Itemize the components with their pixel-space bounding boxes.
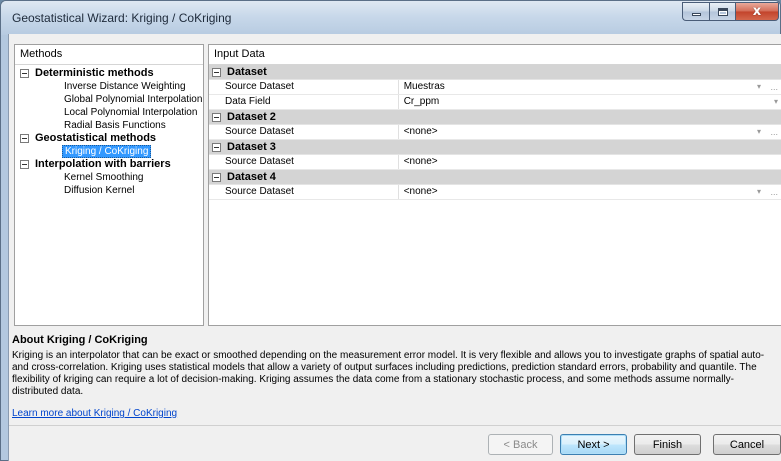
- window-title: Geostatistical Wizard: Kriging / CoKrigi…: [12, 11, 232, 25]
- source-dataset-select[interactable]: Muestras ▾ ...: [399, 80, 781, 94]
- collapse-icon[interactable]: [212, 112, 221, 122]
- tree-item-kriging[interactable]: Kriging / CoKriging: [15, 145, 203, 158]
- tree-item-label: Kernel Smoothing: [64, 172, 144, 183]
- tree-item-label: Radial Basis Functions: [64, 120, 166, 131]
- tree-item-diffusion-kernel[interactable]: Diffusion Kernel: [15, 184, 203, 197]
- source-dataset-3-select[interactable]: <none>: [399, 155, 781, 169]
- tree-group-barriers[interactable]: Interpolation with barriers: [15, 158, 203, 171]
- property-name: Source Dataset: [209, 125, 399, 139]
- collapse-icon[interactable]: [212, 67, 221, 77]
- close-icon: x: [752, 4, 762, 19]
- about-title: About Kriging / CoKriging: [12, 334, 148, 346]
- section-label: Dataset 2: [227, 110, 276, 123]
- section-dataset-3[interactable]: Dataset 3: [209, 140, 781, 155]
- section-label: Dataset: [227, 65, 267, 78]
- back-button[interactable]: < Back: [488, 434, 553, 455]
- caption-buttons: x: [682, 2, 779, 22]
- property-value: Cr_ppm: [403, 96, 440, 107]
- tree-item-label: Local Polynomial Interpolation: [64, 107, 198, 118]
- property-value: <none>: [403, 126, 438, 137]
- tree-group-label: Interpolation with barriers: [35, 158, 171, 170]
- methods-header: Methods: [15, 45, 203, 65]
- title-bar[interactable]: Geostatistical Wizard: Kriging / CoKrigi…: [1, 1, 780, 35]
- tree-item-label: Inverse Distance Weighting: [64, 81, 186, 92]
- browse-ellipsis-button[interactable]: ...: [770, 125, 778, 139]
- property-row: Source Dataset <none> ▾ ...: [209, 125, 781, 140]
- tree-group-label: Geostatistical methods: [35, 132, 157, 144]
- tree-item-kernel-smoothing[interactable]: Kernel Smoothing: [15, 171, 203, 184]
- property-row: Data Field Cr_ppm ▾: [209, 95, 781, 110]
- property-row: Source Dataset Muestras ▾ ...: [209, 80, 781, 95]
- dropdown-arrow-icon[interactable]: ▾: [757, 80, 761, 94]
- cancel-button[interactable]: Cancel: [713, 434, 781, 455]
- property-value: <none>: [403, 156, 438, 167]
- source-dataset-2-select[interactable]: <none> ▾ ...: [399, 125, 781, 139]
- tree-item-label: Global Polynomial Interpolation: [64, 94, 203, 105]
- property-name: Data Field: [209, 95, 399, 109]
- section-dataset-4[interactable]: Dataset 4: [209, 170, 781, 185]
- property-row: Source Dataset <none>: [209, 155, 781, 170]
- property-name: Source Dataset: [209, 185, 399, 199]
- methods-panel: Methods Deterministic methods Inverse Di…: [14, 44, 204, 326]
- about-description: Kriging is an interpolator that can be e…: [12, 350, 765, 397]
- maximize-icon: [717, 7, 728, 16]
- source-dataset-4-select[interactable]: <none> ▾ ...: [399, 185, 781, 199]
- maximize-button[interactable]: [709, 2, 735, 21]
- finish-button[interactable]: Finish: [634, 434, 701, 455]
- collapse-icon[interactable]: [212, 142, 221, 152]
- section-dataset-2[interactable]: Dataset 2: [209, 110, 781, 125]
- input-data-header: Input Data: [209, 45, 781, 65]
- tree-group-deterministic[interactable]: Deterministic methods: [15, 67, 203, 80]
- property-value: Muestras: [403, 81, 445, 92]
- section-label: Dataset 4: [227, 170, 276, 183]
- collapse-icon[interactable]: [20, 134, 29, 143]
- tree-item-label: Diffusion Kernel: [64, 185, 135, 196]
- section-label: Dataset 3: [227, 140, 276, 153]
- tree-group-label: Deterministic methods: [35, 67, 154, 79]
- section-dataset[interactable]: Dataset: [209, 65, 781, 80]
- property-name: Source Dataset: [209, 80, 399, 94]
- property-name: Source Dataset: [209, 155, 399, 169]
- tree-item-local-polynomial[interactable]: Local Polynomial Interpolation: [15, 106, 203, 119]
- footer-divider: [9, 425, 781, 426]
- minimize-button[interactable]: [682, 2, 709, 21]
- browse-ellipsis-button[interactable]: ...: [770, 185, 778, 199]
- browse-ellipsis-button[interactable]: ...: [770, 80, 778, 94]
- methods-tree: Deterministic methods Inverse Distance W…: [15, 65, 203, 197]
- collapse-icon[interactable]: [20, 160, 29, 169]
- collapse-icon[interactable]: [212, 172, 221, 182]
- property-row: Source Dataset <none> ▾ ...: [209, 185, 781, 200]
- tree-item-idw[interactable]: Inverse Distance Weighting: [15, 80, 203, 93]
- tree-item-global-polynomial[interactable]: Global Polynomial Interpolation: [15, 93, 203, 106]
- data-field-select[interactable]: Cr_ppm ▾: [399, 95, 781, 109]
- dropdown-arrow-icon[interactable]: ▾: [774, 95, 778, 109]
- property-value: <none>: [403, 186, 438, 197]
- input-data-panel: Input Data Dataset Source Dataset Muestr…: [208, 44, 781, 326]
- tree-group-geostatistical[interactable]: Geostatistical methods: [15, 132, 203, 145]
- dropdown-arrow-icon[interactable]: ▾: [757, 125, 761, 139]
- dropdown-arrow-icon[interactable]: ▾: [757, 185, 761, 199]
- tree-item-radial-basis[interactable]: Radial Basis Functions: [15, 119, 203, 132]
- learn-more-link[interactable]: Learn more about Kriging / CoKriging: [12, 408, 177, 419]
- collapse-icon[interactable]: [20, 69, 29, 78]
- minimize-icon: [691, 13, 701, 16]
- next-button[interactable]: Next >: [560, 434, 627, 455]
- tree-item-label: Kriging / CoKriging: [62, 145, 152, 158]
- close-button[interactable]: x: [735, 2, 779, 21]
